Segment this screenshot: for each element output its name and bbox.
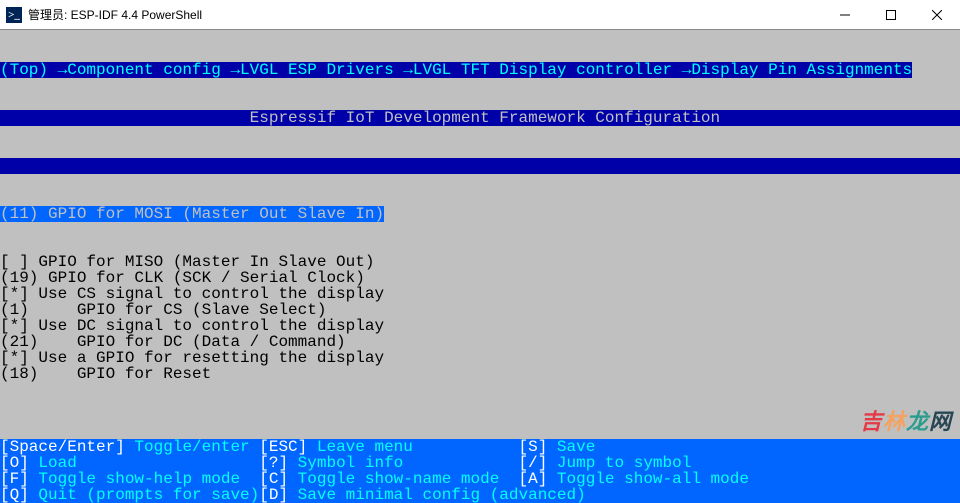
menu-item-selected[interactable]: (11) GPIO for MOSI (Master Out Slave In) [0,206,384,222]
footer-hint: [F] Toggle show-help mode [0,471,259,487]
close-button[interactable] [914,0,960,29]
footer-hint: [Space/Enter] Toggle/enter [0,439,259,455]
window-title: 管理员: ESP-IDF 4.4 PowerShell [28,6,202,23]
maximize-button[interactable] [868,0,914,29]
footer-hint: [/] Jump to symbol [519,455,692,471]
menu-item[interactable]: (19) GPIO for CLK (SCK / Serial Clock) [0,270,365,286]
menu-item[interactable]: [*] Use a GPIO for resetting the display [0,350,384,366]
terminal-area[interactable]: (Top) →Component config →LVGL ESP Driver… [0,30,960,503]
header-banner-blank [0,158,960,174]
menu-item[interactable]: (21) GPIO for DC (Data / Command) [0,334,346,350]
header-banner: Espressif IoT Development Framework Conf… [0,110,960,126]
footer-hint: [O] Load [0,455,259,471]
menu-item[interactable]: (18) GPIO for Reset [0,366,211,382]
menu-item[interactable]: [*] Use CS signal to control the display [0,286,384,302]
footer-hint: [C] Toggle show-name mode [259,471,518,487]
footer-hint: [A] Toggle show-all mode [519,471,749,487]
footer-hint: [Q] Quit (prompts for save) [0,487,259,503]
footer-hint: [?] Symbol info [259,455,518,471]
window-titlebar: >_ 管理员: ESP-IDF 4.4 PowerShell [0,0,960,30]
menu-item[interactable]: [ ] GPIO for MISO (Master In Slave Out) [0,254,374,270]
footer-help: [Space/Enter] Toggle/enter [ESC] Leave m… [0,439,960,503]
menu-item[interactable]: (1) GPIO for CS (Slave Select) [0,302,326,318]
footer-hint: [S] Save [519,439,596,455]
footer-hint: [D] Save minimal config (advanced) [259,487,585,503]
breadcrumb: (Top) →Component config →LVGL ESP Driver… [0,62,912,78]
minimize-button[interactable] [822,0,868,29]
menu-item[interactable]: [*] Use DC signal to control the display [0,318,384,334]
footer-hint: [ESC] Leave menu [259,439,518,455]
powershell-icon: >_ [6,7,22,23]
